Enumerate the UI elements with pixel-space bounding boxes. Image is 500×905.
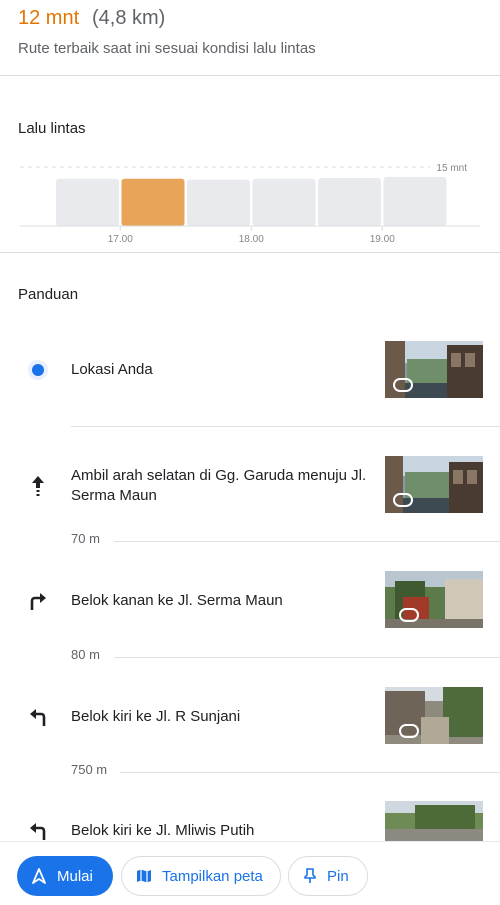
street-view-thumbnail[interactable]	[385, 456, 483, 513]
route-distance: (4,8 km)	[92, 7, 166, 29]
traffic-section: Lalu lintas 15 mnt 17.00 18.00 19.00	[0, 77, 500, 253]
street-view-thumbnail[interactable]	[385, 341, 483, 398]
show-map-button[interactable]: Tampilkan peta	[121, 856, 281, 896]
street-view-rotate-icon	[399, 608, 419, 622]
map-icon	[137, 869, 151, 883]
chart-bar-current	[121, 178, 185, 226]
street-view-rotate-icon	[399, 724, 419, 738]
pin-button[interactable]: Pin	[288, 856, 368, 896]
chart-bar	[187, 179, 250, 226]
step-distance: 70 m	[71, 531, 500, 551]
step-instruction: Lokasi Anda	[71, 361, 153, 378]
street-view-rotate-icon	[393, 378, 413, 392]
street-view-rotate-icon	[393, 493, 413, 507]
step-instruction: Belok kiri ke Jl. Mliwis Putih	[71, 822, 255, 839]
step-divider	[114, 657, 500, 658]
chart-bar	[56, 178, 119, 226]
step-distance-label: 750 m	[71, 762, 108, 777]
chart-tick-label: 17.00	[108, 234, 133, 245]
chart-bar	[318, 178, 381, 226]
show-map-label: Tampilkan peta	[162, 867, 263, 885]
navigation-arrow-icon	[32, 868, 46, 884]
step-distance: 750 m	[71, 762, 500, 782]
step-divider	[114, 541, 500, 542]
step-instruction: Belok kanan ke Jl. Serma Maun	[71, 592, 283, 609]
route-duration: 12 mnt	[18, 7, 80, 29]
street-view-thumbnail[interactable]	[385, 571, 483, 628]
chart-tick-label: 18.00	[239, 234, 264, 245]
location-dot-icon	[20, 352, 56, 388]
chart-bar	[252, 178, 316, 226]
guide-title: Panduan	[18, 286, 79, 303]
route-summary: 12 mnt (4,8 km) Rute terbaik saat ini se…	[0, 0, 500, 76]
turn-left-icon	[20, 699, 56, 735]
step-distance: 80 m	[71, 647, 500, 667]
step-distance-label: 70 m	[71, 531, 100, 546]
chart-bar	[383, 176, 447, 226]
traffic-chart: 15 mnt 17.00 18.00 19.00	[20, 163, 480, 245]
start-button-label: Mulai	[57, 867, 93, 885]
step-instruction: Ambil arah selatan di Gg. Garuda menuju …	[71, 467, 367, 504]
start-navigation-button[interactable]: Mulai	[17, 856, 113, 896]
step-divider	[120, 772, 500, 773]
chart-tick-label: 19.00	[370, 234, 395, 245]
step-instruction: Belok kiri ke Jl. R Sunjani	[71, 708, 241, 725]
street-view-thumbnail[interactable]	[385, 687, 483, 744]
turn-right-icon	[20, 583, 56, 619]
step-divider	[71, 426, 500, 427]
arrow-up-icon	[20, 467, 56, 503]
street-view-thumbnail[interactable]	[385, 801, 483, 841]
route-description: Rute terbaik saat ini sesuai kondisi lal…	[18, 40, 316, 57]
pin-icon	[304, 868, 316, 883]
chart-reference-label: 15 mnt	[436, 163, 467, 174]
action-bar: Mulai Tampilkan peta Pin	[0, 841, 500, 905]
pin-label: Pin	[327, 867, 349, 885]
step-distance-label: 80 m	[71, 647, 100, 662]
